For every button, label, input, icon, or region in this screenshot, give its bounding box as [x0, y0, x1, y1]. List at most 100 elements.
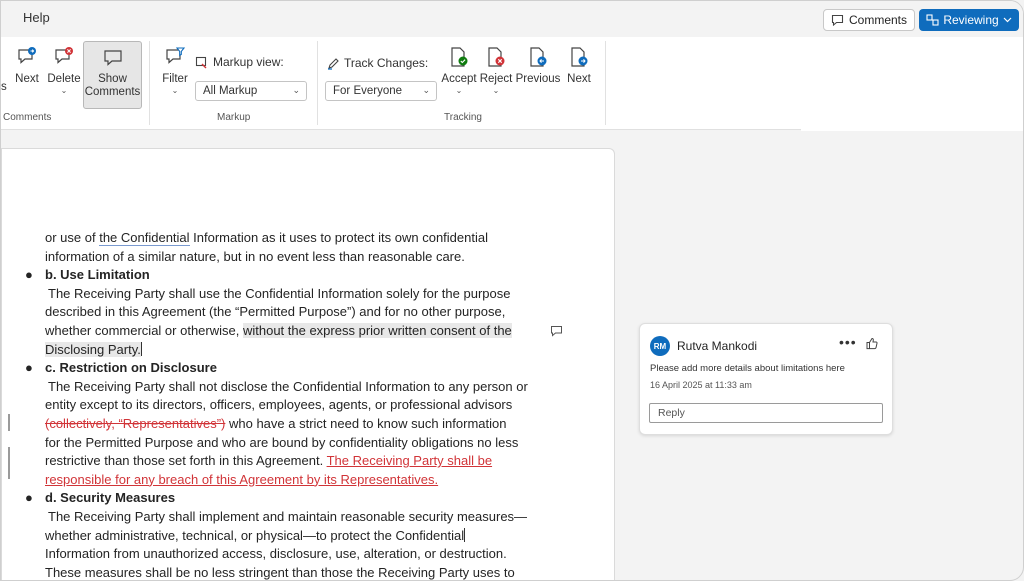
reply-placeholder: Reply: [658, 407, 685, 419]
text-cursor: [464, 527, 466, 542]
paragraph-line: for the Permitted Purpose and who are bo…: [45, 434, 519, 450]
bullet-icon: ●: [25, 360, 33, 376]
next-comment-label: Next: [15, 73, 39, 85]
next-comment-icon: [18, 47, 36, 64]
change-bar: [8, 447, 10, 479]
next-change-label: Next: [567, 73, 591, 85]
bullet-icon: ●: [25, 490, 33, 506]
paragraph-line: information of a similar nature, but in …: [45, 248, 465, 264]
previous-change-icon: [530, 47, 547, 67]
tracked-insertion[interactable]: responsible for any breach of this Agree…: [45, 472, 438, 487]
comment-icon: [831, 14, 844, 26]
track-changes-label-wrap: Track Changes:: [327, 56, 428, 70]
show-comments-icon: [103, 50, 122, 66]
delete-comment-button[interactable]: Delete ⌄: [47, 46, 81, 95]
ribbon-extension: [801, 37, 1023, 131]
text-run: restrictive than those set forth in this…: [45, 453, 327, 469]
show-comments-button[interactable]: Show Comments: [83, 41, 142, 109]
comment-marker-icon[interactable]: [550, 325, 563, 337]
reviewing-icon: [926, 14, 939, 26]
document-page[interactable]: or use of the Confidential Information a…: [1, 148, 615, 580]
text-run: whether commercial or otherwise,: [45, 322, 243, 338]
ribbon-partial-label: s: [1, 81, 7, 93]
chevron-down-icon: ⌄: [60, 86, 68, 95]
comment-author: Rutva Mankodi: [677, 339, 758, 353]
commented-text[interactable]: without the express prior written consen…: [242, 322, 512, 338]
reject-label: Reject: [479, 73, 513, 85]
reject-change-button[interactable]: Reject ⌄: [479, 46, 513, 95]
proofing-underline-text: the Confidential: [99, 230, 190, 246]
reviewing-mode-label: Reviewing: [943, 13, 999, 27]
accept-label: Accept: [441, 73, 477, 85]
paragraph-line: Information from unauthorized access, di…: [45, 546, 507, 562]
track-changes-dropdown[interactable]: For Everyone ⌄: [325, 81, 437, 101]
tracked-insertion[interactable]: The Receiving Party shall be: [327, 453, 492, 468]
heading-text: d. Security Measures: [45, 490, 176, 506]
filter-label: Filter: [162, 73, 188, 85]
paragraph-line: Disclosing Party.: [45, 341, 545, 360]
paragraph-line: described in this Agreement (the “Permit…: [45, 304, 506, 320]
previous-change-label: Previous: [515, 73, 561, 85]
chevron-down-icon: ⌄: [422, 85, 430, 95]
markup-view-icon: [195, 56, 207, 68]
chevron-down-icon: ⌄: [171, 86, 179, 95]
markup-group-label: Markup: [217, 112, 251, 123]
avatar: RM: [650, 336, 670, 356]
accept-change-button[interactable]: Accept ⌄: [441, 46, 477, 95]
paragraph-line: The Receiving Party shall not disclose t…: [48, 378, 528, 394]
track-changes-icon: [328, 57, 339, 70]
paragraph-line: The Receiving Party shall implement and …: [48, 508, 528, 524]
group-divider: [605, 41, 606, 125]
text-run: whether administrative, technical, or ph…: [45, 527, 465, 543]
comments-group-label: Comments: [3, 112, 52, 123]
comment-card[interactable]: RM Rutva Mankodi ••• Please add more det…: [639, 323, 893, 435]
paragraph-line: whether administrative, technical, or ph…: [45, 527, 545, 546]
markup-view-value: All Markup: [203, 85, 258, 97]
menu-help[interactable]: Help: [23, 10, 50, 25]
paragraph-line: whether commercial or otherwise, without…: [45, 322, 545, 341]
section-heading-b: ● b. Use Limitation: [25, 266, 545, 285]
markup-view-label-wrap: Markup view:: [195, 55, 284, 69]
tracking-group-label: Tracking: [444, 112, 482, 123]
comment-text: Please add more details about limitation…: [650, 363, 845, 374]
markup-view-label: Markup view:: [213, 55, 284, 69]
delete-comment-label: Delete: [47, 73, 81, 85]
commented-text[interactable]: Disclosing Party.: [45, 341, 141, 357]
more-options-icon[interactable]: •••: [839, 334, 857, 350]
markup-view-dropdown[interactable]: All Markup ⌄: [195, 81, 307, 101]
section-heading-d: ● d. Security Measures: [25, 489, 545, 508]
title-bar: Help Comments Reviewing: [1, 1, 1023, 37]
filter-icon: [166, 47, 186, 64]
filter-button[interactable]: Filter ⌄: [160, 46, 190, 95]
paragraph-line: (collectively, “Representatives”) who ha…: [45, 415, 545, 434]
text-run: who have a strict need to know such info…: [225, 415, 507, 431]
comments-pane-button[interactable]: Comments: [823, 9, 915, 31]
review-ribbon: s Next Delete ⌄ Show Comments Comments F…: [1, 37, 801, 130]
heading-text: b. Use Limitation: [45, 267, 150, 283]
group-divider: [149, 41, 150, 125]
document-body[interactable]: or use of the Confidential Information a…: [25, 229, 545, 580]
next-comment-button[interactable]: Next: [13, 46, 41, 85]
paragraph-line: entity except to its directors, officers…: [45, 397, 513, 413]
app-window: Help Comments Reviewing s Next Delete ⌄ …: [0, 0, 1024, 581]
previous-change-button[interactable]: Previous: [515, 46, 561, 85]
paragraph: or use of the Confidential Information a…: [45, 229, 545, 248]
group-divider: [317, 41, 318, 125]
next-change-button[interactable]: Next: [565, 46, 593, 85]
tracked-deletion[interactable]: (collectively, “Representatives”): [45, 416, 225, 431]
bullet-icon: ●: [25, 267, 33, 283]
reply-input[interactable]: Reply: [649, 403, 883, 423]
chevron-down-icon: [1003, 17, 1012, 23]
track-changes-label: Track Changes:: [344, 56, 429, 70]
ribbon-partial-button[interactable]: s: [1, 81, 9, 93]
reviewing-mode-button[interactable]: Reviewing: [919, 9, 1019, 31]
reject-icon: [488, 47, 505, 67]
show-comments-label-1: Show: [98, 73, 127, 85]
chevron-down-icon: ⌄: [492, 86, 500, 95]
paragraph-line: responsible for any breach of this Agree…: [45, 471, 545, 490]
show-comments-label-2: Comments: [84, 86, 141, 98]
paragraph-line: The Receiving Party shall use the Confid…: [48, 285, 511, 301]
heading-text: c. Restriction on Disclosure: [45, 360, 217, 376]
section-heading-c: ● c. Restriction on Disclosure: [25, 359, 545, 378]
thumbs-up-icon[interactable]: [866, 337, 878, 350]
